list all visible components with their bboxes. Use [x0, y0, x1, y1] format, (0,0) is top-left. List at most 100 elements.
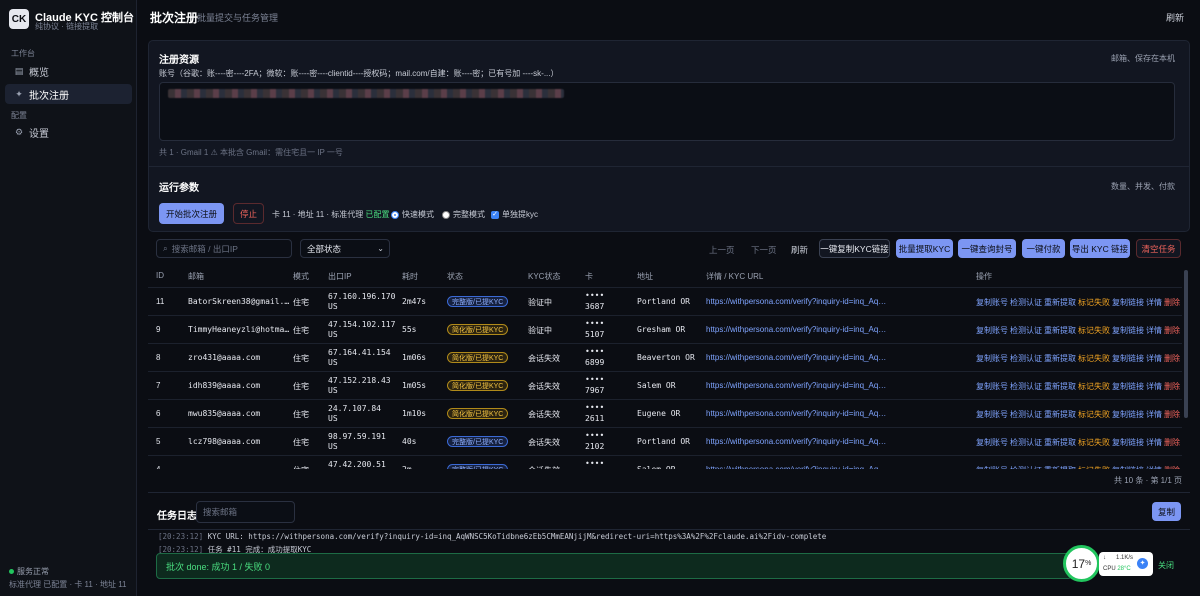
fast-mode-radio[interactable]: 快速模式: [391, 209, 434, 220]
table-row[interactable]: 5 lcz798@aaaa.com 住宅 98.97.59.191 US 40s 完整版/已…: [148, 427, 1182, 455]
kyc-link[interactable]: https://withpersona.com/verify?inquiry-i…: [706, 437, 886, 446]
action-copylink-button[interactable]: 复制链接: [1112, 466, 1144, 469]
sidebar-item-settings[interactable]: ⚙ 设置: [5, 122, 132, 142]
cell-address: Eugene OR: [637, 409, 681, 418]
action-del-button[interactable]: 删除: [1164, 354, 1180, 363]
table-row[interactable]: 9 TimmyHeaneyzli@hotma… 住宅 47.154.102.117 US…: [148, 315, 1182, 343]
table-row[interactable]: 4…住宅47.42.200.51US2m完整版/已提KYC会话失效••••Sal…: [148, 455, 1182, 469]
single-kyc-checkbox[interactable]: ✓ 单独提kyc: [491, 209, 538, 220]
export-kyc-button[interactable]: 导出 KYC 链接: [1070, 239, 1130, 258]
action-fail-button[interactable]: 标记失败: [1078, 326, 1110, 335]
action-copy-button[interactable]: 复制账号: [976, 326, 1008, 335]
kyc-link[interactable]: https://withpersona.com/verify?inquiry-i…: [706, 381, 886, 390]
status-filter-select[interactable]: 全部状态 ⌄: [300, 239, 390, 258]
row-actions: 复制账号检测认证重新提取标记失败复制链接详情删除: [976, 325, 1182, 336]
action-retry-button[interactable]: 重新提取: [1044, 326, 1076, 335]
action-check-button[interactable]: 检测认证: [1010, 438, 1042, 447]
action-copylink-button[interactable]: 复制链接: [1112, 410, 1144, 419]
table-refresh-button[interactable]: 刷新: [791, 244, 808, 256]
action-copylink-button[interactable]: 复制链接: [1112, 354, 1144, 363]
accounts-textarea[interactable]: [159, 82, 1175, 141]
params-hint: 数量、并发、付款: [1111, 182, 1175, 191]
kyc-link[interactable]: https://withpersona.com/verify?inquiry-i…: [706, 409, 886, 418]
action-del-button[interactable]: 删除: [1164, 298, 1180, 307]
row-actions: 复制账号检测认证重新提取标记失败复制链接详情删除: [976, 297, 1182, 308]
clear-tasks-button[interactable]: 清空任务: [1136, 239, 1181, 258]
close-monitor-button[interactable]: 关闭: [1158, 560, 1174, 571]
action-retry-button[interactable]: 重新提取: [1044, 438, 1076, 447]
action-retry-button[interactable]: 重新提取: [1044, 298, 1076, 307]
action-detail-button[interactable]: 详情: [1146, 438, 1162, 447]
action-fail-button[interactable]: 标记失败: [1078, 438, 1110, 447]
action-copylink-button[interactable]: 复制链接: [1112, 382, 1144, 391]
action-detail-button[interactable]: 详情: [1146, 298, 1162, 307]
action-retry-button[interactable]: 重新提取: [1044, 466, 1076, 469]
batch-extract-kyc-button[interactable]: 批量提取KYC: [896, 239, 953, 258]
action-retry-button[interactable]: 重新提取: [1044, 354, 1076, 363]
action-check-button[interactable]: 检测认证: [1010, 298, 1042, 307]
log-search-input[interactable]: 搜索邮箱: [196, 501, 295, 523]
kyc-link[interactable]: https://withpersona.com/verify?inquiry-i…: [706, 325, 886, 334]
start-batch-button[interactable]: 开始批次注册: [159, 203, 224, 224]
full-mode-radio[interactable]: 完整模式: [442, 209, 485, 220]
cell-email: mwu835@aaaa.com: [188, 409, 261, 418]
cell-mode: 住宅: [293, 465, 309, 469]
action-del-button[interactable]: 删除: [1164, 410, 1180, 419]
kyc-link[interactable]: https://withpersona.com/verify?inquiry-i…: [706, 297, 886, 306]
next-page-button[interactable]: 下一页: [751, 244, 777, 256]
action-detail-button[interactable]: 详情: [1146, 466, 1162, 469]
gear-icon: ⚙: [14, 126, 24, 137]
action-detail-button[interactable]: 详情: [1146, 410, 1162, 419]
kyc-link[interactable]: https://withpersona.com/verify?inquiry-i…: [706, 465, 886, 469]
action-detail-button[interactable]: 详情: [1146, 382, 1162, 391]
action-check-button[interactable]: 检测认证: [1010, 382, 1042, 391]
action-copy-button[interactable]: 复制账号: [976, 354, 1008, 363]
action-copylink-button[interactable]: 复制链接: [1112, 298, 1144, 307]
page-subtitle: 批量提交与任务管理: [197, 13, 279, 23]
action-copy-button[interactable]: 复制账号: [976, 466, 1008, 469]
action-fail-button[interactable]: 标记失败: [1078, 354, 1110, 363]
table-row[interactable]: 7 idh839@aaaa.com 住宅 47.152.218.43 US 1m05s 简化…: [148, 371, 1182, 399]
cpu-monitor-widget[interactable]: 17%: [1063, 545, 1100, 582]
refresh-button[interactable]: 刷新: [1166, 11, 1184, 24]
table-row[interactable]: 8 zro431@aaaa.com 住宅 67.164.41.154 US 1m06s 简化…: [148, 343, 1182, 371]
action-detail-button[interactable]: 详情: [1146, 354, 1162, 363]
table-row[interactable]: 6 mwu835@aaaa.com 住宅 24.7.107.84 US 1m10s 简化版/…: [148, 399, 1182, 427]
action-check-button[interactable]: 检测认证: [1010, 354, 1042, 363]
action-fail-button[interactable]: 标记失败: [1078, 410, 1110, 419]
action-check-button[interactable]: 检测认证: [1010, 326, 1042, 335]
query-ban-button[interactable]: 一键查询封号: [958, 239, 1016, 258]
action-copy-button[interactable]: 复制账号: [976, 382, 1008, 391]
stop-button[interactable]: 停止: [233, 203, 264, 224]
action-copy-button[interactable]: 复制账号: [976, 438, 1008, 447]
action-del-button[interactable]: 删除: [1164, 466, 1180, 469]
action-retry-button[interactable]: 重新提取: [1044, 382, 1076, 391]
action-copy-button[interactable]: 复制账号: [976, 410, 1008, 419]
prev-page-button[interactable]: 上一页: [709, 244, 735, 256]
action-copylink-button[interactable]: 复制链接: [1112, 326, 1144, 335]
sidebar-item-overview[interactable]: ▤ 概览: [5, 61, 132, 81]
action-del-button[interactable]: 删除: [1164, 326, 1180, 335]
copy-kyc-links-button[interactable]: 一键复制KYC链接: [819, 239, 890, 258]
action-detail-button[interactable]: 详情: [1146, 326, 1162, 335]
pay-button[interactable]: 一键付款: [1022, 239, 1065, 258]
copy-log-button[interactable]: 复制: [1152, 502, 1181, 521]
action-fail-button[interactable]: 标记失败: [1078, 466, 1110, 469]
boost-icon[interactable]: ✦: [1137, 558, 1148, 569]
row-actions: 复制账号检测认证重新提取标记失败复制链接详情删除: [976, 353, 1182, 364]
sidebar-item-batch[interactable]: ✦ 批次注册: [5, 84, 132, 104]
action-copylink-button[interactable]: 复制链接: [1112, 438, 1144, 447]
action-fail-button[interactable]: 标记失败: [1078, 382, 1110, 391]
cell-email: idh839@aaaa.com: [188, 381, 261, 390]
action-del-button[interactable]: 删除: [1164, 382, 1180, 391]
task-search-input[interactable]: ⌕ 搜索邮箱 / 出口IP: [156, 239, 292, 258]
table-scrollbar[interactable]: [1184, 270, 1188, 418]
action-del-button[interactable]: 删除: [1164, 438, 1180, 447]
action-copy-button[interactable]: 复制账号: [976, 298, 1008, 307]
action-retry-button[interactable]: 重新提取: [1044, 410, 1076, 419]
action-fail-button[interactable]: 标记失败: [1078, 298, 1110, 307]
kyc-link[interactable]: https://withpersona.com/verify?inquiry-i…: [706, 353, 886, 362]
action-check-button[interactable]: 检测认证: [1010, 410, 1042, 419]
table-row[interactable]: 11 BatorSkreen38@gmail.… 住宅 67.160.196.170 U…: [148, 287, 1182, 315]
action-check-button[interactable]: 检测认证: [1010, 466, 1042, 469]
